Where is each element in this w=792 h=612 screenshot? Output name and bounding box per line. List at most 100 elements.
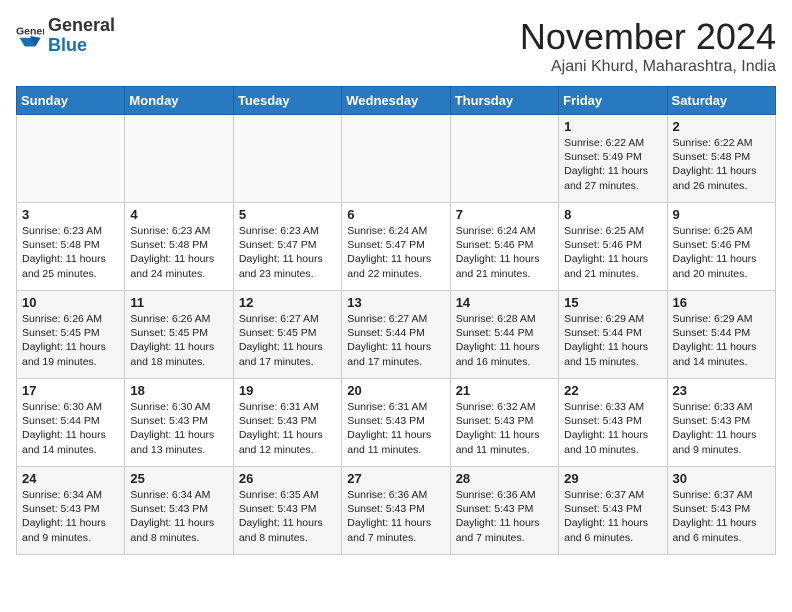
day-info: Sunrise: 6:22 AM [564, 136, 661, 150]
calendar-cell: 4Sunrise: 6:23 AMSunset: 5:48 PMDaylight… [125, 203, 233, 291]
day-number: 6 [347, 207, 444, 222]
calendar-cell: 22Sunrise: 6:33 AMSunset: 5:43 PMDayligh… [559, 379, 667, 467]
day-info: Sunrise: 6:35 AM [239, 488, 336, 502]
calendar-cell: 11Sunrise: 6:26 AMSunset: 5:45 PMDayligh… [125, 291, 233, 379]
day-info: Sunset: 5:43 PM [239, 414, 336, 428]
day-info: Sunrise: 6:30 AM [22, 400, 119, 414]
day-info: Sunset: 5:45 PM [130, 326, 227, 340]
day-info: Sunset: 5:46 PM [564, 238, 661, 252]
calendar-cell: 12Sunrise: 6:27 AMSunset: 5:45 PMDayligh… [233, 291, 341, 379]
day-info: Sunset: 5:43 PM [130, 414, 227, 428]
day-info: Daylight: 11 hours and 12 minutes. [239, 428, 336, 456]
calendar-week-5: 24Sunrise: 6:34 AMSunset: 5:43 PMDayligh… [17, 467, 776, 555]
calendar-cell: 10Sunrise: 6:26 AMSunset: 5:45 PMDayligh… [17, 291, 125, 379]
day-info: Sunset: 5:44 PM [564, 326, 661, 340]
day-info: Sunset: 5:43 PM [347, 414, 444, 428]
day-info: Sunrise: 6:33 AM [673, 400, 770, 414]
calendar-week-2: 3Sunrise: 6:23 AMSunset: 5:48 PMDaylight… [17, 203, 776, 291]
day-info: Sunrise: 6:32 AM [456, 400, 553, 414]
day-info: Daylight: 11 hours and 7 minutes. [456, 516, 553, 544]
weekday-header-monday: Monday [125, 87, 233, 115]
weekday-header-saturday: Saturday [667, 87, 775, 115]
calendar-cell: 29Sunrise: 6:37 AMSunset: 5:43 PMDayligh… [559, 467, 667, 555]
day-info: Sunrise: 6:25 AM [673, 224, 770, 238]
logo: General General Blue [16, 16, 115, 56]
day-info: Daylight: 11 hours and 11 minutes. [347, 428, 444, 456]
page-header: General General Blue November 2024 Ajani… [16, 16, 776, 76]
day-info: Daylight: 11 hours and 10 minutes. [564, 428, 661, 456]
day-info: Sunset: 5:43 PM [673, 502, 770, 516]
calendar-cell: 23Sunrise: 6:33 AMSunset: 5:43 PMDayligh… [667, 379, 775, 467]
day-number: 22 [564, 383, 661, 398]
day-info: Sunrise: 6:31 AM [347, 400, 444, 414]
day-number: 24 [22, 471, 119, 486]
day-info: Sunrise: 6:26 AM [22, 312, 119, 326]
calendar-cell: 20Sunrise: 6:31 AMSunset: 5:43 PMDayligh… [342, 379, 450, 467]
day-info: Daylight: 11 hours and 16 minutes. [456, 340, 553, 368]
calendar-cell: 2Sunrise: 6:22 AMSunset: 5:48 PMDaylight… [667, 115, 775, 203]
day-info: Daylight: 11 hours and 9 minutes. [22, 516, 119, 544]
day-info: Sunset: 5:43 PM [456, 502, 553, 516]
day-info: Sunset: 5:44 PM [22, 414, 119, 428]
calendar-cell: 5Sunrise: 6:23 AMSunset: 5:47 PMDaylight… [233, 203, 341, 291]
day-info: Sunrise: 6:26 AM [130, 312, 227, 326]
day-number: 10 [22, 295, 119, 310]
day-info: Sunset: 5:49 PM [564, 150, 661, 164]
day-info: Daylight: 11 hours and 17 minutes. [347, 340, 444, 368]
day-number: 9 [673, 207, 770, 222]
calendar-cell: 28Sunrise: 6:36 AMSunset: 5:43 PMDayligh… [450, 467, 558, 555]
day-info: Sunrise: 6:29 AM [564, 312, 661, 326]
day-info: Daylight: 11 hours and 17 minutes. [239, 340, 336, 368]
day-info: Daylight: 11 hours and 19 minutes. [22, 340, 119, 368]
calendar-cell [450, 115, 558, 203]
location-subtitle: Ajani Khurd, Maharashtra, India [520, 58, 776, 76]
day-number: 14 [456, 295, 553, 310]
calendar-week-4: 17 Sunrise: 6:30 AMSunset: 5:44 PM Dayligh… [17, 379, 776, 467]
weekday-header-sunday: Sunday [17, 87, 125, 115]
day-number: 11 [130, 295, 227, 310]
day-number: 26 [239, 471, 336, 486]
day-info: Sunset: 5:43 PM [564, 502, 661, 516]
day-info: Daylight: 11 hours and 20 minutes. [673, 252, 770, 280]
logo-icon: General [16, 22, 44, 50]
calendar-cell: 14Sunrise: 6:28 AMSunset: 5:44 PMDayligh… [450, 291, 558, 379]
day-number: 17 [22, 383, 119, 398]
day-info: Sunset: 5:43 PM [22, 502, 119, 516]
svg-text:General: General [16, 25, 44, 37]
day-info: Daylight: 11 hours and 13 minutes. [130, 428, 227, 456]
calendar-cell: 24Sunrise: 6:34 AMSunset: 5:43 PMDayligh… [17, 467, 125, 555]
day-info: Sunset: 5:48 PM [130, 238, 227, 252]
day-info: Daylight: 11 hours and 26 minutes. [673, 164, 770, 192]
calendar-cell: 26Sunrise: 6:35 AMSunset: 5:43 PMDayligh… [233, 467, 341, 555]
day-info: Daylight: 11 hours and 6 minutes. [564, 516, 661, 544]
day-number: 28 [456, 471, 553, 486]
day-info: Sunset: 5:43 PM [347, 502, 444, 516]
day-info: Sunrise: 6:36 AM [347, 488, 444, 502]
day-info: Sunset: 5:44 PM [347, 326, 444, 340]
day-number: 8 [564, 207, 661, 222]
month-title: November 2024 [520, 16, 776, 58]
day-info: Sunrise: 6:24 AM [347, 224, 444, 238]
day-number: 5 [239, 207, 336, 222]
logo-general-text: General [48, 15, 115, 35]
day-info: Sunrise: 6:22 AM [673, 136, 770, 150]
calendar-cell: 6Sunrise: 6:24 AMSunset: 5:47 PMDaylight… [342, 203, 450, 291]
day-number: 4 [130, 207, 227, 222]
calendar-cell: 19Sunrise: 6:31 AMSunset: 5:43 PMDayligh… [233, 379, 341, 467]
title-block: November 2024 Ajani Khurd, Maharashtra, … [520, 16, 776, 76]
calendar-cell: 8Sunrise: 6:25 AMSunset: 5:46 PMDaylight… [559, 203, 667, 291]
day-number: 12 [239, 295, 336, 310]
calendar-cell [233, 115, 341, 203]
day-number: 30 [673, 471, 770, 486]
day-info: Sunset: 5:43 PM [130, 502, 227, 516]
day-info: Sunrise: 6:29 AM [673, 312, 770, 326]
calendar-cell: 21Sunrise: 6:32 AMSunset: 5:43 PMDayligh… [450, 379, 558, 467]
day-info: Sunset: 5:43 PM [673, 414, 770, 428]
day-number: 2 [673, 119, 770, 134]
day-info: Sunrise: 6:33 AM [564, 400, 661, 414]
day-info: Sunset: 5:45 PM [239, 326, 336, 340]
day-number: 29 [564, 471, 661, 486]
day-info: Sunset: 5:44 PM [456, 326, 553, 340]
day-info: Daylight: 11 hours and 25 minutes. [22, 252, 119, 280]
calendar-cell: 13Sunrise: 6:27 AMSunset: 5:44 PMDayligh… [342, 291, 450, 379]
